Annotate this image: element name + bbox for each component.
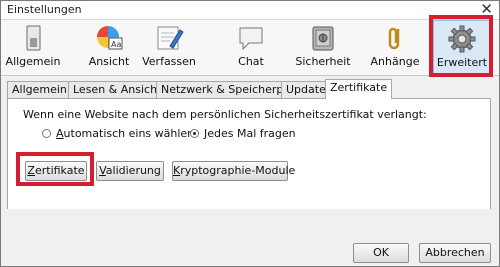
tab-label: Update xyxy=(286,83,326,96)
title-bar: Einstellungen ✕ xyxy=(1,0,499,20)
tab-update[interactable]: Update xyxy=(281,81,331,98)
ok-button[interactable]: OK xyxy=(353,243,409,263)
pane-erweitert[interactable]: Erweitert xyxy=(433,20,491,76)
pane-verfassen[interactable]: Verfassen xyxy=(139,20,199,74)
tab-label: Zertifikate xyxy=(330,81,388,94)
pane-label: Ansicht xyxy=(88,55,130,68)
radio-label: Jedes Mal fragen xyxy=(204,127,296,140)
window-title: Einstellungen xyxy=(7,3,82,16)
certificates-panel: Wenn eine Website nach dem persönlichen … xyxy=(7,98,491,210)
radio-button[interactable] xyxy=(42,129,51,138)
safe-icon xyxy=(312,26,334,51)
pane-toolbar: Allgemein Aa Ansicht Verfassen Chat Sich… xyxy=(1,20,499,76)
validation-button[interactable]: Validierung xyxy=(96,161,164,181)
palette-icon: Aa xyxy=(97,26,123,50)
tab-lesen-ansicht[interactable]: Lesen & Ansicht xyxy=(68,81,167,98)
pane-sicherheit[interactable]: Sicherheit xyxy=(293,20,353,74)
pane-label: Sicherheit xyxy=(295,55,351,68)
close-icon[interactable]: ✕ xyxy=(480,0,493,18)
pane-label: Allgemein xyxy=(5,55,61,68)
cancel-button[interactable]: Abbrechen xyxy=(419,243,491,263)
paperclip-icon xyxy=(388,27,400,50)
dialog-footer: OK Abbrechen xyxy=(1,209,499,266)
pen-icon xyxy=(157,26,184,50)
switch-icon xyxy=(26,25,41,51)
pane-anhaenge[interactable]: Anhänge xyxy=(365,20,425,74)
radio-auto-select[interactable]: Automatisch eins wählen xyxy=(42,127,194,140)
pane-label: Erweitert xyxy=(436,56,488,69)
certificate-request-text: Wenn eine Website nach dem persönlichen … xyxy=(23,108,427,121)
pane-allgemein[interactable]: Allgemein xyxy=(3,20,63,74)
pane-ansicht[interactable]: Aa Ansicht xyxy=(79,20,139,74)
tab-label: Allgemein xyxy=(12,83,67,96)
tab-allgemein[interactable]: Allgemein xyxy=(7,81,72,98)
pane-label: Anhänge xyxy=(370,55,420,68)
pane-label: Chat xyxy=(238,55,264,68)
svg-text:Aa: Aa xyxy=(111,40,121,49)
tab-label: Lesen & Ansicht xyxy=(73,83,162,96)
radio-button-checked[interactable] xyxy=(190,129,199,138)
speech-bubble-icon xyxy=(239,27,263,51)
preferences-window: Einstellungen ✕ Allgemein Aa Ansicht Ver… xyxy=(0,0,500,267)
radio-ask-every-time[interactable]: Jedes Mal fragen xyxy=(190,127,296,140)
gear-icon xyxy=(448,25,476,53)
pane-chat[interactable]: Chat xyxy=(221,20,281,74)
tab-zertifikate[interactable]: Zertifikate xyxy=(325,79,393,99)
pane-label: Verfassen xyxy=(142,55,196,68)
tab-strip: Allgemein Lesen & Ansicht Netzwerk & Spe… xyxy=(7,79,493,99)
crypto-modules-button[interactable]: Kryptographie-Module xyxy=(172,161,295,181)
certificates-button[interactable]: Zertifikate xyxy=(25,161,87,181)
radio-label: Automatisch eins wählen xyxy=(56,127,195,140)
